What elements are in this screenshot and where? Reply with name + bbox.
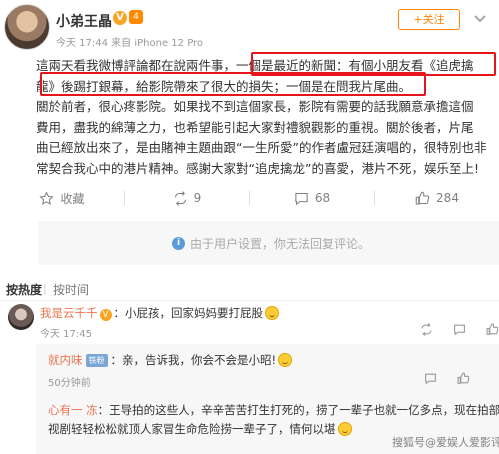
post-line-1: 這兩天看我微博評論都在說兩件事，一個是最近的新聞：有個小朋友看《追虎擒	[36, 56, 499, 77]
thumbs-up-icon[interactable]	[457, 372, 470, 385]
comment-like-button[interactable]: 2	[486, 323, 499, 336]
info-icon: i	[172, 237, 185, 250]
laugh-emoji-icon	[265, 306, 279, 320]
verified-badge-icon: V	[113, 11, 127, 25]
reply-text-line-1: ：王导拍的这些人，辛辛苦苦打生打死的，捞了一辈子也就一亿多点，现在拍部电	[97, 403, 499, 417]
replier-name[interactable]: 就内味	[48, 353, 83, 367]
post-line-2: 龍》後踢打銀幕，給影院帶來了很大的損失；一個是在問我片尾曲。	[36, 77, 499, 98]
chevron-down-icon[interactable]	[474, 12, 486, 27]
comment-sort-tabs: 按热度 | 按时间	[0, 277, 499, 301]
comment-icon	[295, 192, 308, 205]
repost-count: 9	[193, 191, 202, 205]
post-line-3: 關於前者，很心疼影院。如果找不到這個家長，影院有需要的話我願意承擔這個	[36, 99, 474, 114]
post-line-6: 常契合我心中的港片精神。感謝大家對“追虎擒龙”的喜愛，港片不死，娱乐至上!	[36, 160, 479, 176]
like-button[interactable]: 284	[375, 185, 499, 211]
repost-icon[interactable]	[420, 323, 433, 336]
like-count: 284	[436, 191, 459, 205]
reply-text-line-2-wrap: 视剧轻轻松松就顶人家冒生命危险捞一辈子了，情何以堪	[48, 421, 352, 437]
cool-emoji-icon	[337, 422, 352, 436]
reply-actions	[424, 372, 470, 385]
post-line-5: 曲已經放出來了，是由賭神主題曲跟“一生所愛”的作者盧冠廷演唱的，很特別也非	[36, 140, 487, 155]
reply-disabled-notice: i 由于用户设置，你无法回复评论。	[38, 221, 499, 265]
post-line-2b: 一個是在問我片尾曲。	[286, 78, 412, 94]
reply-item: 就内味 铁粉 ：亲，告诉我，你会不会是小昭!	[48, 352, 293, 368]
thumbs-up-icon	[415, 191, 430, 205]
collect-label: 收藏	[60, 191, 85, 206]
reply-text: ：亲，告诉我，你会不会是小昭!	[110, 353, 277, 367]
post-line-1b: 一個是最近的新聞：有個小朋友看《追虎擒	[236, 58, 474, 73]
tab-sort-by-hot[interactable]: 按热度	[6, 281, 42, 298]
repost-button[interactable]: 9	[125, 185, 249, 211]
fans-badge: 铁粉	[85, 354, 108, 367]
collect-button[interactable]: 收藏	[0, 185, 124, 211]
comment-text: ：小屁孩，回家妈妈要打屁股	[113, 306, 264, 320]
tab-sort-by-time[interactable]: 按时间	[53, 281, 89, 298]
verified-badge-icon: V	[99, 309, 112, 321]
replier-name[interactable]: 心有一 冻	[48, 403, 98, 417]
comment-icon[interactable]	[453, 323, 466, 336]
comment-button[interactable]: 68	[250, 185, 374, 211]
tab-separator: |	[43, 282, 47, 295]
comment-actions: 2	[420, 323, 499, 336]
author-name[interactable]: 小弟王晶	[56, 11, 112, 31]
reply-time: 50分钟前	[48, 378, 91, 389]
notice-text: 由于用户设置，你无法回复评论。	[190, 237, 371, 251]
author-avatar[interactable]	[4, 4, 50, 50]
comment-item: 我是云千千 V ：小屁孩，回家妈妈要打屁股	[40, 305, 279, 321]
reply-item: 心有一 冻：王导拍的这些人，辛辛苦苦打生打死的，捞了一辈子也就一亿多点，现在拍部…	[48, 402, 499, 418]
repost-icon	[174, 190, 186, 206]
comment-icon[interactable]	[424, 372, 437, 385]
post-header: 小弟王晶 V 4 今天 17:44 来自 iPhone 12 Pro +关注	[0, 0, 499, 54]
post-line-4: 費用，盡我的綿薄之力，也希望能引起大家對禮貌觀影的重視。關於後者，片尾	[36, 119, 474, 135]
member-level-icon: 4	[129, 10, 143, 24]
comment-count: 68	[314, 191, 331, 205]
grin-emoji-icon	[278, 353, 293, 367]
follow-button[interactable]: +关注	[398, 9, 460, 30]
comment-time: 今天 17:45	[40, 329, 92, 340]
post-line-1a: 這兩天看我微博評論都在說兩件事，	[36, 58, 237, 73]
post-meta: 今天 17:44 来自 iPhone 12 Pro	[56, 38, 204, 49]
watermark: 搜狐号@爱娱人爱影评	[392, 436, 499, 449]
thumbs-up-icon	[486, 323, 499, 335]
commenter-name[interactable]: 我是云千千	[40, 306, 98, 320]
star-icon	[39, 190, 55, 205]
post-line-2a: 龍》後踢打銀幕，給影院帶來了很大的損失；	[36, 78, 287, 94]
reply-text-line-2: 视剧轻轻松松就顶人家冒生命危险捞一辈子了，情何以堪	[48, 422, 336, 436]
post-text: 這兩天看我微博評論都在說兩件事，一個是最近的新聞：有個小朋友看《追虎擒 龍》後踢…	[36, 56, 499, 179]
commenter-avatar[interactable]	[8, 304, 34, 330]
post-action-bar: 收藏 9 68 284	[0, 185, 499, 211]
